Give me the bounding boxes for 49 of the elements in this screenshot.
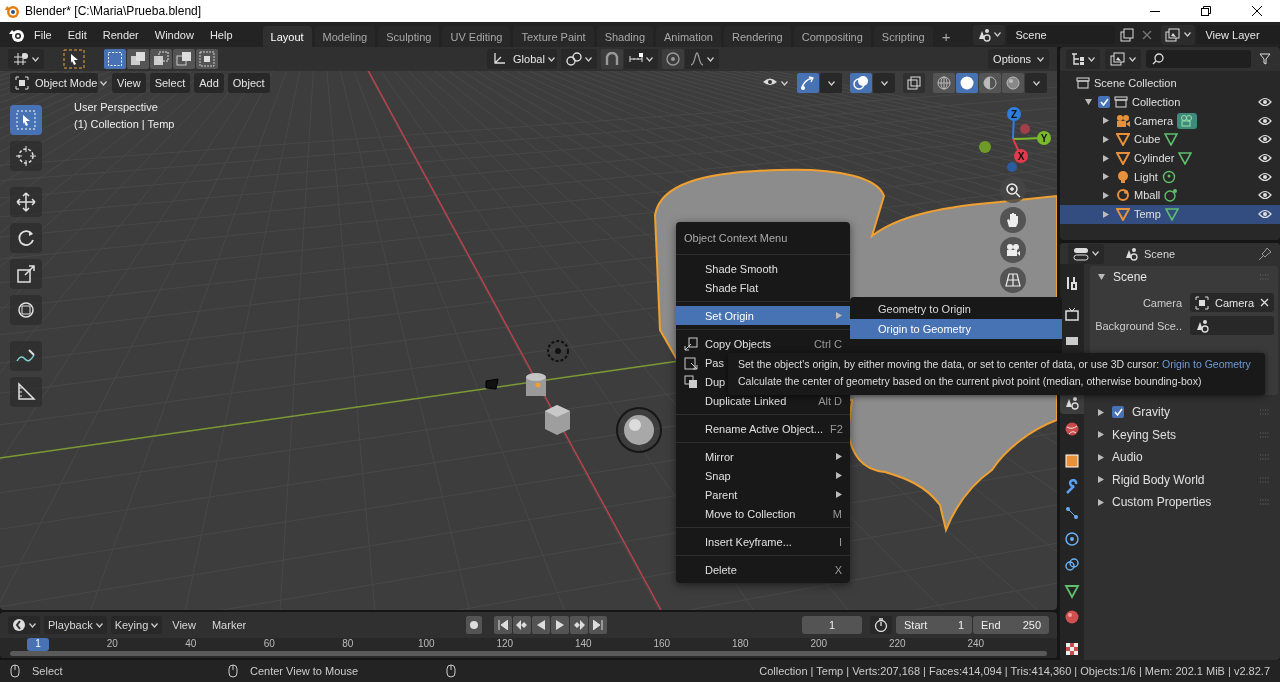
frame-tick-label: 240 xyxy=(966,638,986,649)
frame-tick-label: 120 xyxy=(495,638,515,649)
frame-tick-label: 40 xyxy=(184,638,198,649)
item-label: Temp xyxy=(1134,208,1161,221)
item-label: Cube xyxy=(1134,133,1161,146)
shortcut-label: I xyxy=(838,535,842,548)
panel-title: Custom Properties xyxy=(1112,495,1212,510)
item-label: Mball xyxy=(1134,189,1161,202)
frame-tick-label: 180 xyxy=(730,638,750,649)
frame-tick-label: 100 xyxy=(416,638,436,649)
shortcut-label: Alt D xyxy=(818,394,842,407)
item-label: Light xyxy=(1134,170,1158,183)
field-value: 1 xyxy=(957,619,964,631)
field-value: Camera xyxy=(1215,296,1255,309)
status-hint: Center View to Mouse xyxy=(250,665,360,677)
panel-title: Rigid Body World xyxy=(1112,472,1205,487)
shortcut-label: F2 xyxy=(830,422,843,435)
frame-tick-label: 160 xyxy=(652,638,672,649)
scene-statistics: Collection | Temp | Verts:207,168 | Faces:414,094 | Tris:414,360 | Objects:1/6 | Mem: 202.1 MiB | v2.82.7 xyxy=(759,665,1270,677)
frame-tick-label: 140 xyxy=(573,638,593,649)
item-label: Cylinder xyxy=(1134,152,1175,165)
item-label: Camera xyxy=(1134,114,1174,127)
frame-tick-label: 80 xyxy=(341,638,355,649)
panel-title: Keying Sets xyxy=(1112,427,1177,442)
frame-tick-label: 20 xyxy=(105,638,119,649)
field-label: End xyxy=(981,619,1001,631)
menu-title: Object Context Menu xyxy=(683,231,789,246)
panel-title: Gravity xyxy=(1132,405,1170,420)
status-hint: Select xyxy=(32,665,64,677)
window-title: Blender* [C:\Maria\Prueba.blend] xyxy=(25,4,202,18)
field-label: Start xyxy=(904,619,928,631)
field-value: 250 xyxy=(1022,619,1041,631)
shortcut-label: X xyxy=(834,563,842,576)
frame-tick-label: 200 xyxy=(809,638,829,649)
frame-tick-label: 60 xyxy=(262,638,276,649)
field-label: Camera xyxy=(1141,296,1182,309)
field-label: Background Sce.. xyxy=(1094,319,1182,332)
frame-tick-label: 220 xyxy=(887,638,907,649)
active-object-label: (1) Collection | Temp xyxy=(74,118,176,130)
shortcut-label: Ctrl C xyxy=(813,337,842,350)
item-label: Collection xyxy=(1132,96,1181,109)
panel-title: Scene xyxy=(1113,270,1148,284)
view-name-label: User Perspective xyxy=(74,101,159,113)
item-label: Scene Collection xyxy=(1094,77,1177,90)
shortcut-label: M xyxy=(832,507,842,520)
breadcrumb-label: Scene xyxy=(1144,247,1176,260)
tooltip-text: Set the object's origin, by either moving the data, or set to center of data, or use 3D cursor: Origin to Geometry xyxy=(738,358,1252,370)
panel-title: Audio xyxy=(1112,450,1143,465)
tooltip-description: Calculate the center of geometry based on the current pivot point (median, otherwise bounding-box) xyxy=(738,375,1203,387)
